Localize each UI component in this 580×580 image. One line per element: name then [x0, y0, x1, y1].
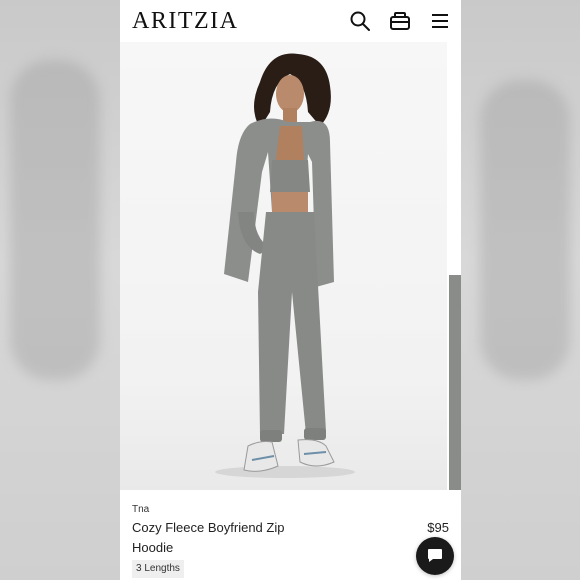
product-price: $95 — [427, 520, 449, 535]
bag-icon[interactable] — [389, 10, 411, 32]
model-illustration — [120, 42, 447, 490]
aritzia-logo[interactable]: ARITZIA — [132, 8, 238, 35]
site-header: ARITZIA — [120, 0, 461, 42]
menu-icon[interactable] — [429, 10, 451, 32]
chat-icon — [427, 548, 443, 563]
product-photo[interactable] — [120, 42, 447, 490]
blurred-background-left — [0, 0, 120, 580]
chat-button[interactable] — [416, 537, 454, 575]
product-name[interactable]: Cozy Fleece Boyfriend Zip Hoodie — [132, 518, 322, 558]
product-brand: Tna — [132, 504, 150, 515]
next-product-photo-peek[interactable] — [449, 275, 461, 490]
product-info: Tna Cozy Fleece Boyfriend Zip Hoodie $95… — [120, 490, 461, 580]
blurred-background-right — [460, 0, 580, 580]
mobile-screen: ARITZIA Tna Cozy Fleece Boyfriend Zip Ho… — [120, 0, 461, 580]
lengths-badge: 3 Lengths — [132, 560, 184, 578]
search-icon[interactable] — [349, 10, 371, 32]
